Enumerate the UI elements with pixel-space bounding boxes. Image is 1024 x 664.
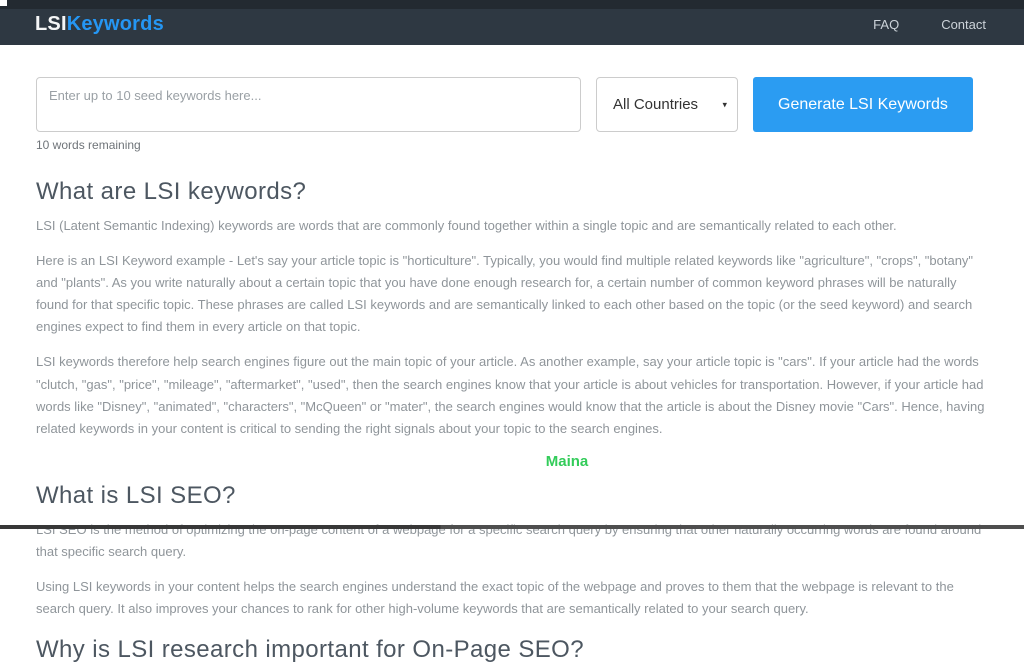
section-paragraph: Using LSI keywords in your content helps… [36,579,954,617]
section-heading: What are LSI keywords? [36,178,307,205]
words-remaining-counter: 10 words remaining [36,138,141,152]
nav-link-faq[interactable]: FAQ [873,17,899,32]
generate-lsi-keywords-button[interactable]: Generate LSI Keywords [753,77,973,132]
country-select-wrap: All Countries ▾ [596,77,738,132]
brand-lsi-text: LSI [35,13,67,35]
section-what-is-lsi-seo: What is LSI SEO? LSI SEO is the method o… [36,482,986,620]
section-paragraph: Here is an LSI Keyword example - Let's s… [36,253,974,335]
section-paragraph: LSI keywords therefore help search engin… [36,354,985,436]
section-heading: Why is LSI research important for On-Pag… [36,636,584,664]
brand-keywords-text: Keywords [66,13,164,35]
keyword-search-row: All Countries ▾ Generate LSI Keywords [36,77,988,132]
section-paragraph: LSI (Latent Semantic Indexing) keywords … [36,218,897,233]
section-what-are-lsi-keywords: What are LSI keywords? LSI (Latent Seman… [36,178,986,440]
section-why-lsi-research: Why is LSI research important for On-Pag… [36,636,986,664]
window-corner-notch [0,0,7,6]
section-heading: What is LSI SEO? [36,481,236,509]
nav-link-contact[interactable]: Contact [941,17,986,32]
country-select[interactable]: All Countries [596,77,738,132]
watermark-maina: Maina [545,452,589,470]
brand-logo[interactable]: LSIKeywords [35,13,164,36]
seed-keywords-input[interactable] [36,77,581,132]
bottom-bar [0,525,1024,529]
navbar: LSIKeywords FAQ Contact [0,0,1024,45]
main-content: All Countries ▾ Generate LSI Keywords 10… [0,77,1024,664]
nav-links: FAQ Contact [873,17,986,32]
